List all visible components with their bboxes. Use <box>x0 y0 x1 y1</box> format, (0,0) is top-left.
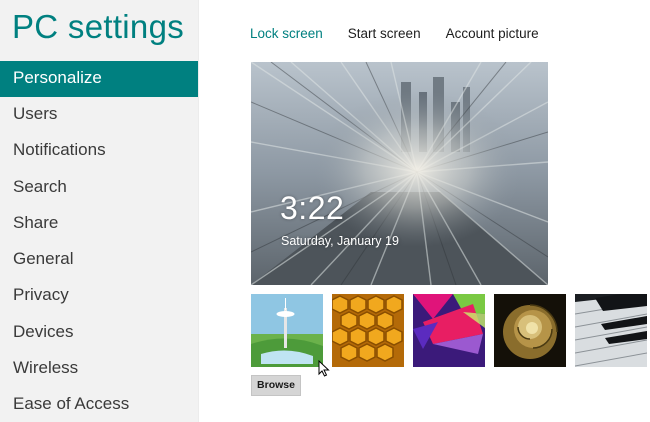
main-panel: Lock screen Start screen Account picture <box>199 0 650 422</box>
sidebar-item-notifications[interactable]: Notifications <box>0 133 198 169</box>
space-needle-icon[interactable] <box>251 294 323 367</box>
lock-screen-time: 3:22 <box>280 190 345 226</box>
tab-bar: Lock screen Start screen Account picture <box>250 26 564 41</box>
browse-button[interactable]: Browse <box>251 375 301 396</box>
tunnel-photo <box>251 62 548 285</box>
background-thumbnails <box>251 294 650 367</box>
sidebar-item-wireless[interactable]: Wireless <box>0 351 198 387</box>
honeycomb-icon[interactable] <box>332 294 404 367</box>
lock-screen-date: Saturday, January 19 <box>281 234 399 248</box>
sidebar-item-share[interactable]: Share <box>0 206 198 242</box>
sidebar-item-ease-of-access[interactable]: Ease of Access <box>0 387 198 422</box>
sidebar-item-personalize[interactable]: Personalize <box>0 61 198 97</box>
tab-start-screen[interactable]: Start screen <box>348 26 421 41</box>
geometric-shapes-icon[interactable] <box>413 294 485 367</box>
sidebar-item-search[interactable]: Search <box>0 170 198 206</box>
sidebar: PC settings Personalize Users Notificati… <box>0 0 199 422</box>
nautilus-shell-icon[interactable] <box>494 294 566 367</box>
sidebar-item-general[interactable]: General <box>0 242 198 278</box>
sidebar-item-privacy[interactable]: Privacy <box>0 278 198 314</box>
sidebar-item-users[interactable]: Users <box>0 97 198 133</box>
tab-lock-screen[interactable]: Lock screen <box>250 26 323 41</box>
lock-screen-preview[interactable]: 3:22 Saturday, January 19 <box>251 62 548 285</box>
tab-account-picture[interactable]: Account picture <box>446 26 539 41</box>
app-title: PC settings <box>12 8 185 45</box>
piano-keys-icon[interactable] <box>575 294 647 367</box>
sidebar-item-devices[interactable]: Devices <box>0 315 198 351</box>
settings-nav: Personalize Users Notifications Search S… <box>0 61 198 422</box>
mouse-pointer-icon <box>318 360 330 377</box>
